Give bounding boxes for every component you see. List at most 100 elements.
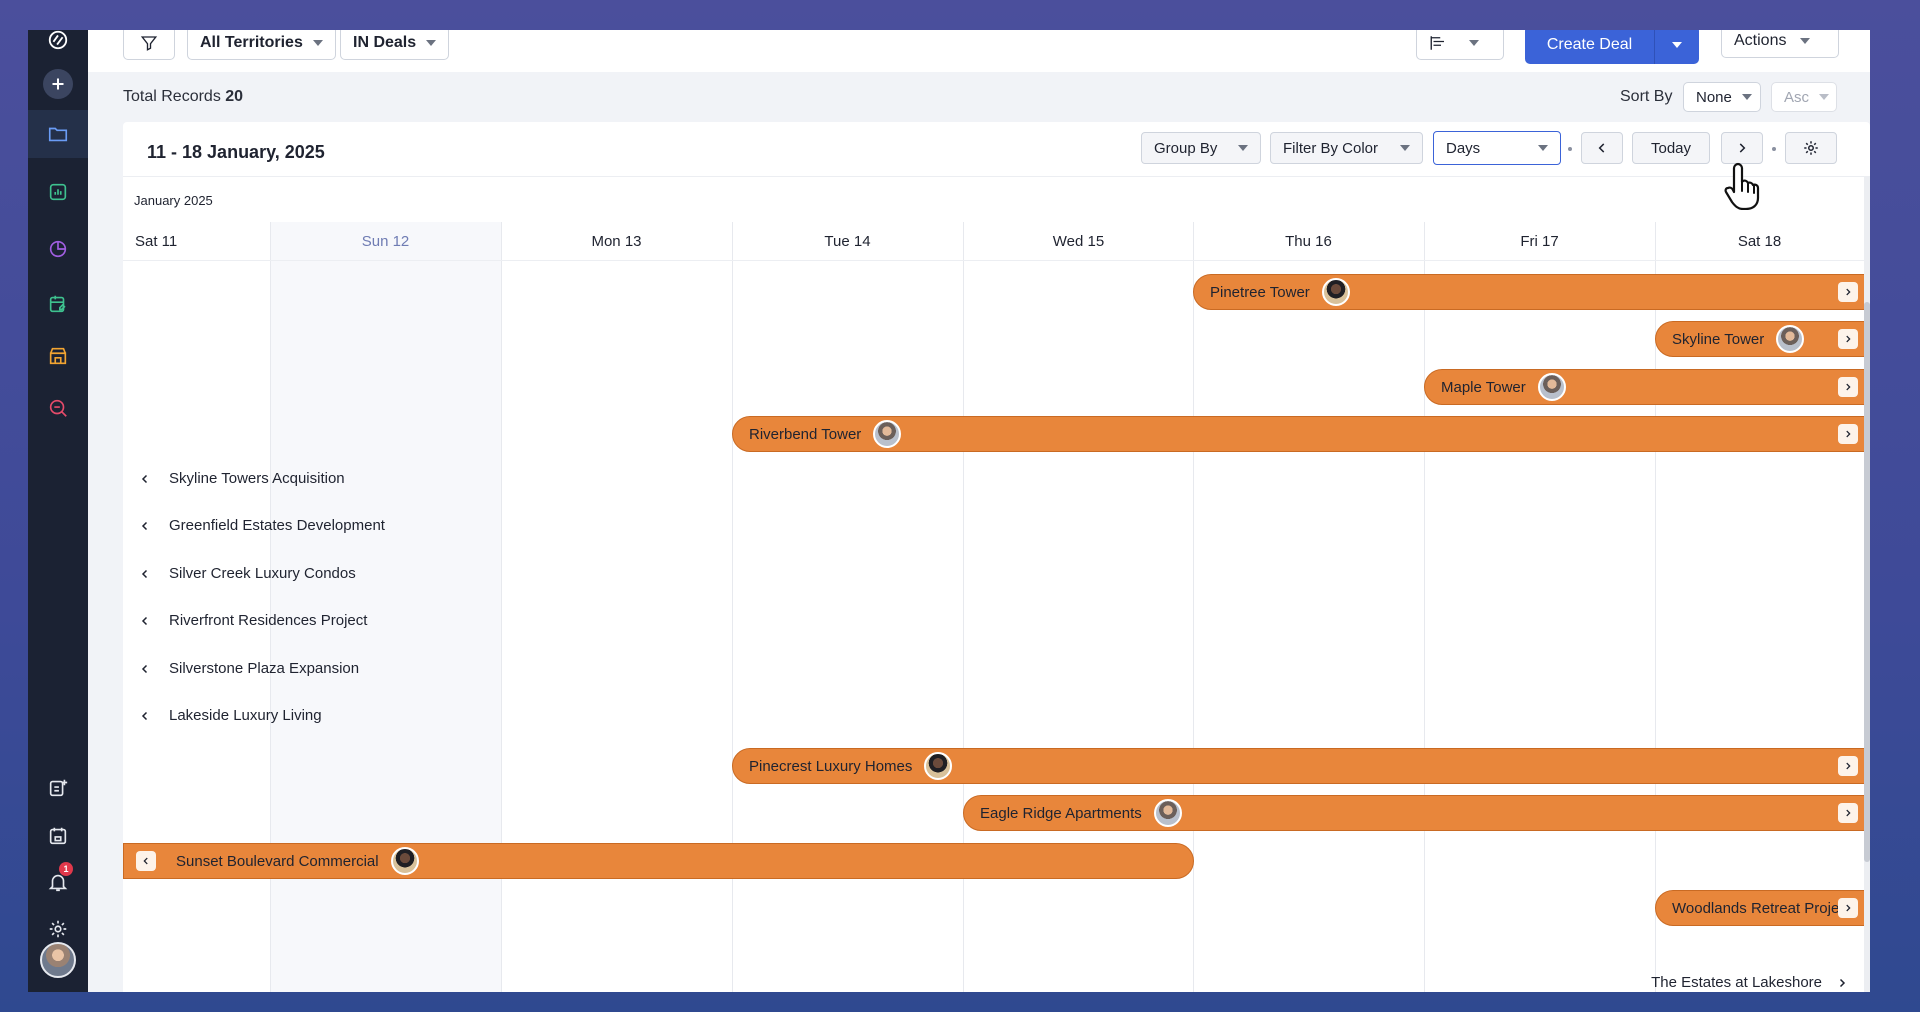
owner-avatar [1321, 278, 1350, 306]
sort-order-dropdown[interactable]: Asc [1771, 82, 1837, 112]
month-label: January 2025 [134, 193, 213, 208]
offscreen-deal-item-later[interactable]: The Estates at Lakeshore [1651, 974, 1848, 991]
calendar-settings-button[interactable] [1785, 132, 1837, 164]
top-toolbar: All Territories IN Deals Create Deal Act… [88, 30, 1870, 72]
module-dropdown[interactable]: IN Deals [340, 30, 450, 60]
day-divider [1193, 222, 1194, 992]
view-switcher[interactable] [1416, 30, 1504, 60]
total-records-label: Total Records [123, 88, 221, 105]
offscreen-deal-item[interactable]: Riverfront Residences Project [139, 612, 367, 629]
actions-dropdown[interactable]: Actions [1721, 30, 1839, 58]
offscreen-deal-item[interactable]: Silverstone Plaza Expansion [139, 660, 359, 677]
owner-avatar [390, 847, 419, 875]
day-header: Fri 17 [1520, 233, 1559, 250]
chevron-right-icon[interactable] [1838, 756, 1858, 776]
deal-bar[interactable]: Pinecrest Luxury Homes [732, 748, 1870, 784]
offscreen-deal-item[interactable]: Lakeside Luxury Living [139, 707, 322, 724]
filter-button[interactable] [123, 30, 175, 60]
territory-dropdown[interactable]: All Territories [187, 30, 336, 60]
scrollbar-thumb[interactable] [1864, 302, 1870, 862]
deal-bar[interactable]: Pinetree Tower [1193, 274, 1870, 310]
deal-name: Pinecrest Luxury Homes [749, 757, 913, 775]
chevron-left-icon[interactable] [136, 851, 156, 871]
store-icon[interactable] [42, 340, 74, 372]
owner-avatar [1153, 799, 1182, 827]
chevron-down-icon [426, 40, 437, 46]
chevron-down-icon [312, 40, 323, 46]
day-header: Sun 12 [361, 233, 410, 250]
sort-field-dropdown[interactable]: None [1683, 82, 1761, 112]
create-deal-menu-button[interactable] [1655, 30, 1699, 64]
create-button[interactable] [42, 68, 74, 100]
owner-avatar [873, 420, 902, 448]
day-header: Sat 18 [1737, 233, 1782, 250]
deal-name: Riverfront Residences Project [169, 612, 368, 629]
panel-divider [123, 176, 1870, 177]
deal-name: Skyline Towers Acquisition [169, 470, 345, 487]
deal-bar[interactable]: Woodlands Retreat Project [1655, 890, 1870, 926]
user-avatar[interactable] [40, 942, 76, 978]
chevron-right-icon[interactable] [1838, 377, 1858, 397]
pie-chart-icon[interactable] [42, 233, 74, 265]
notes-add-icon[interactable] [42, 772, 74, 804]
chevron-down-icon [1538, 145, 1548, 151]
separator-dot [1772, 147, 1776, 151]
timeline-view-icon [1430, 36, 1444, 50]
actions-label: Actions [1734, 32, 1787, 49]
chevron-right-icon[interactable] [1838, 329, 1858, 349]
deal-bar[interactable]: Eagle Ridge Apartments [963, 795, 1870, 831]
analytics-icon[interactable] [42, 176, 74, 208]
chevron-left-icon [141, 474, 148, 483]
chevron-down-icon [1469, 40, 1479, 46]
separator-dot [1568, 147, 1572, 151]
day-header: Mon 13 [591, 233, 642, 250]
deal-name: The Estates at Lakeshore [1651, 974, 1822, 991]
territory-label: All Territories [200, 34, 303, 51]
tasks-icon[interactable] [42, 288, 74, 320]
offscreen-deal-item[interactable]: Greenfield Estates Development [139, 517, 385, 534]
day-header: Thu 16 [1285, 233, 1332, 250]
day-header: Tue 14 [824, 233, 871, 250]
offscreen-deal-item[interactable]: Silver Creek Luxury Condos [139, 565, 356, 582]
chevron-right-icon[interactable] [1838, 898, 1858, 918]
view-mode-select[interactable]: Days [1433, 131, 1561, 165]
deal-bar[interactable]: Sunset Boulevard Commercial [123, 843, 1194, 879]
filter-icon [140, 36, 158, 51]
deal-name: Woodlands Retreat Project [1672, 899, 1851, 917]
filter-by-color-label: Filter By Color [1283, 139, 1379, 157]
chevron-right-icon[interactable] [1838, 803, 1858, 823]
deal-name: Silverstone Plaza Expansion [169, 660, 360, 677]
create-deal-button[interactable]: Create Deal [1525, 30, 1655, 64]
calendar-icon[interactable] [42, 820, 74, 852]
day-header: Wed 15 [1052, 233, 1105, 250]
settings-icon[interactable] [42, 913, 74, 945]
calendar-panel: 11 - 18 January, 2025 Group By Filter By… [123, 122, 1870, 992]
app-main: All Territories IN Deals Create Deal Act… [88, 30, 1870, 992]
chevron-down-icon [1238, 145, 1248, 151]
bell-icon[interactable]: 1 [42, 862, 74, 898]
previous-range-button[interactable] [1581, 132, 1623, 164]
day-header: Sat 11 [135, 233, 178, 250]
chevron-right-icon [1839, 978, 1846, 987]
today-button[interactable]: Today [1632, 132, 1710, 164]
total-records: Total Records 20 [123, 88, 243, 106]
deal-bar[interactable]: Maple Tower [1424, 369, 1870, 405]
owner-avatar [924, 752, 953, 780]
plus-icon [43, 69, 73, 99]
folder-icon[interactable] [42, 118, 74, 150]
brand-logo-icon[interactable] [42, 24, 74, 56]
deal-name: Sunset Boulevard Commercial [176, 852, 379, 870]
offscreen-deal-item[interactable]: Skyline Towers Acquisition [139, 470, 345, 487]
total-records-count: 20 [225, 88, 244, 105]
chevron-down-icon [1800, 38, 1811, 44]
deal-bar[interactable]: Riverbend Tower [732, 416, 1870, 452]
filter-by-color-dropdown[interactable]: Filter By Color [1270, 132, 1423, 164]
group-by-dropdown[interactable]: Group By [1141, 132, 1261, 164]
chevron-right-icon[interactable] [1838, 282, 1858, 302]
sort-by-label: Sort By [1620, 88, 1673, 105]
search-icon[interactable] [42, 392, 74, 424]
chevron-right-icon[interactable] [1838, 424, 1858, 444]
chevron-left-icon [141, 664, 148, 673]
day-divider [1424, 222, 1425, 992]
deal-bar[interactable]: Skyline Tower [1655, 321, 1870, 357]
